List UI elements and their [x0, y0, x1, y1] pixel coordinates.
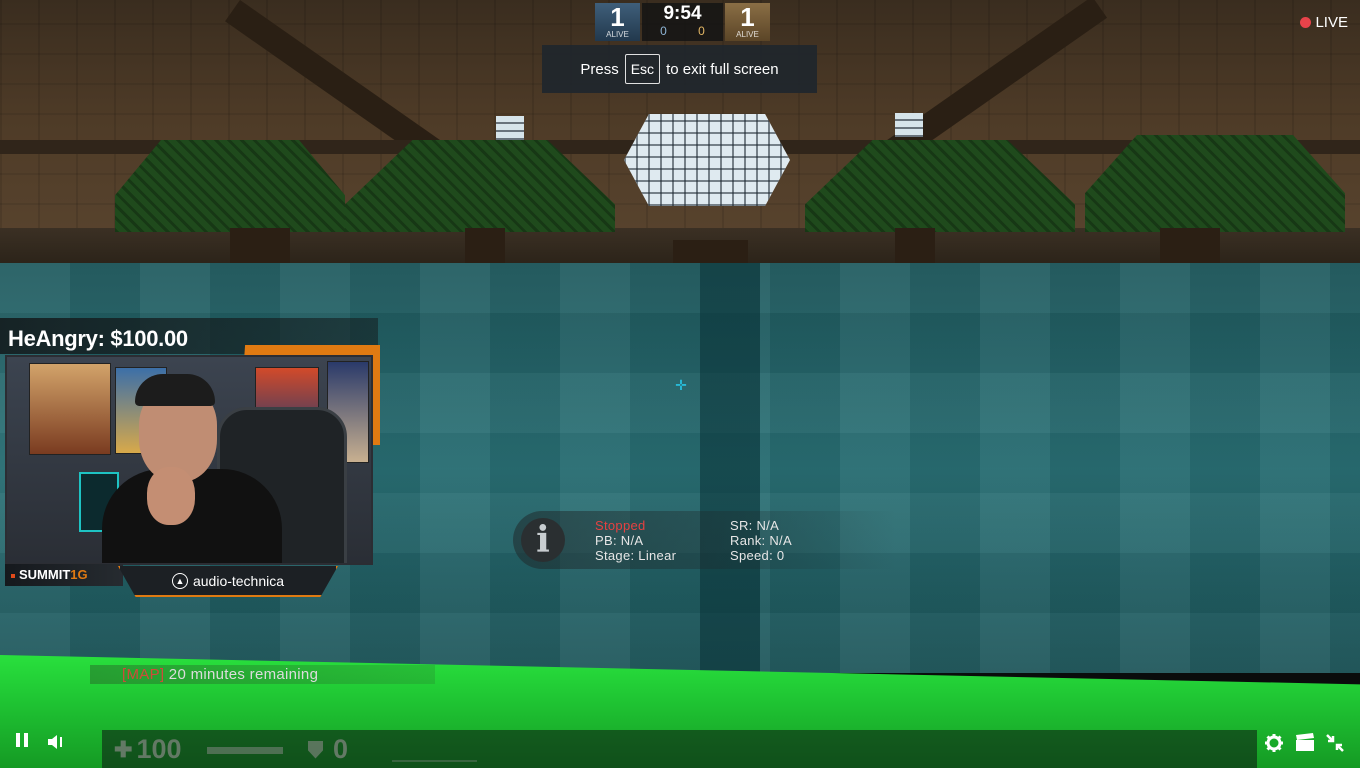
timer-info-right: SR: N/A Rank: N/A Speed: 0 [730, 518, 792, 563]
round-scores: 0 0 [642, 24, 723, 38]
gear-icon [1265, 734, 1283, 752]
map-tag: [MAP] [122, 666, 165, 683]
nameplate-dot [11, 573, 15, 578]
fullscreen-notice-suffix: to exit full screen [666, 60, 779, 78]
map-chat-message: [MAP] 20 minutes remaining [90, 665, 435, 684]
ct-round-score: 0 [660, 24, 667, 38]
tree-foliage [1085, 135, 1345, 232]
live-label: LIVE [1315, 14, 1348, 31]
tree-trunk [230, 228, 290, 264]
info-icon: i [521, 518, 565, 562]
armor-shield-icon [308, 740, 323, 759]
timer-status: Stopped [595, 518, 646, 533]
tree-trunk [465, 228, 505, 264]
sponsor-banner: ▲ audio-technica [118, 566, 338, 597]
armor-value: 0 [333, 734, 349, 764]
ceiling-light-small [496, 116, 524, 140]
server-record: SR: N/A [730, 518, 780, 533]
crosshair-icon: ✛ [675, 377, 687, 393]
ceiling-light [624, 114, 790, 206]
live-indicator: LIVE [1300, 14, 1348, 31]
t-alive-box: 1 ALIVE [725, 3, 770, 41]
armor-display: 0 [308, 734, 348, 765]
timer-info-panel: i Stopped PB: N/A Stage: Linear SR: N/A … [513, 511, 896, 569]
exit-fullscreen-icon [1326, 734, 1344, 752]
health-bar [207, 747, 283, 754]
personal-best: PB: N/A [595, 533, 644, 548]
timer-info-left: Stopped PB: N/A Stage: Linear [595, 518, 676, 563]
tree-trunk [895, 228, 935, 264]
esc-key: Esc [624, 54, 661, 84]
speed: Speed: 0 [730, 548, 785, 563]
fullscreen-notice: Press Esc to exit full screen [542, 45, 817, 93]
round-clock-box: 9:54 0 0 [642, 3, 723, 41]
theatre-mode-icon [1296, 733, 1314, 751]
pause-icon [16, 733, 20, 747]
streamer-name-accent: 1G [70, 567, 88, 582]
game-hud: ✚ 100 0 [102, 730, 1257, 768]
t-alive-count: 1 [740, 2, 755, 32]
poster [29, 363, 111, 455]
health-cross-icon: ✚ [114, 736, 133, 762]
volume-icon [48, 735, 62, 749]
ceiling-light-small [895, 113, 923, 137]
scoreboard: 1 ALIVE 9:54 0 0 1 ALIVE [595, 3, 770, 41]
streamer-name: SUMMIT [19, 567, 71, 582]
exit-fullscreen-button[interactable] [1324, 732, 1346, 754]
t-alive-label: ALIVE [736, 30, 759, 39]
ammo-bar [392, 742, 477, 762]
round-clock: 9:54 [663, 3, 702, 24]
fullscreen-notice-prefix: Press [580, 60, 619, 78]
t-round-score: 0 [698, 24, 705, 38]
sponsor-text: audio-technica [192, 572, 285, 589]
pause-icon-bar [24, 733, 28, 747]
streamer-cap [135, 374, 215, 406]
tree-trunk [1160, 228, 1220, 264]
ct-alive-label: ALIVE [606, 30, 629, 39]
clip-button[interactable] [1294, 733, 1316, 753]
tree-foliage [115, 140, 345, 232]
health-value: 100 [136, 734, 182, 764]
streamer-nameplate: SUMMIT1G [5, 564, 123, 586]
rank: Rank: N/A [730, 533, 792, 548]
map-message: 20 minutes remaining [164, 666, 319, 683]
volume-button[interactable] [46, 732, 66, 752]
streamer-hand [147, 467, 195, 525]
live-dot-icon [1300, 17, 1312, 28]
pause-button[interactable] [16, 733, 34, 751]
audio-technica-logo-icon: ▲ [171, 572, 188, 589]
ct-alive-box: 1 ALIVE [595, 3, 640, 41]
health-display: ✚ 100 [114, 734, 182, 765]
stage: Stage: Linear [595, 548, 677, 563]
streamer-webcam [5, 355, 373, 565]
settings-button[interactable] [1264, 733, 1284, 753]
video-player[interactable]: ✛ 1 ALIVE 9:54 0 0 1 ALIVE Press Esc to … [0, 0, 1360, 768]
ct-alive-count: 1 [610, 2, 625, 32]
